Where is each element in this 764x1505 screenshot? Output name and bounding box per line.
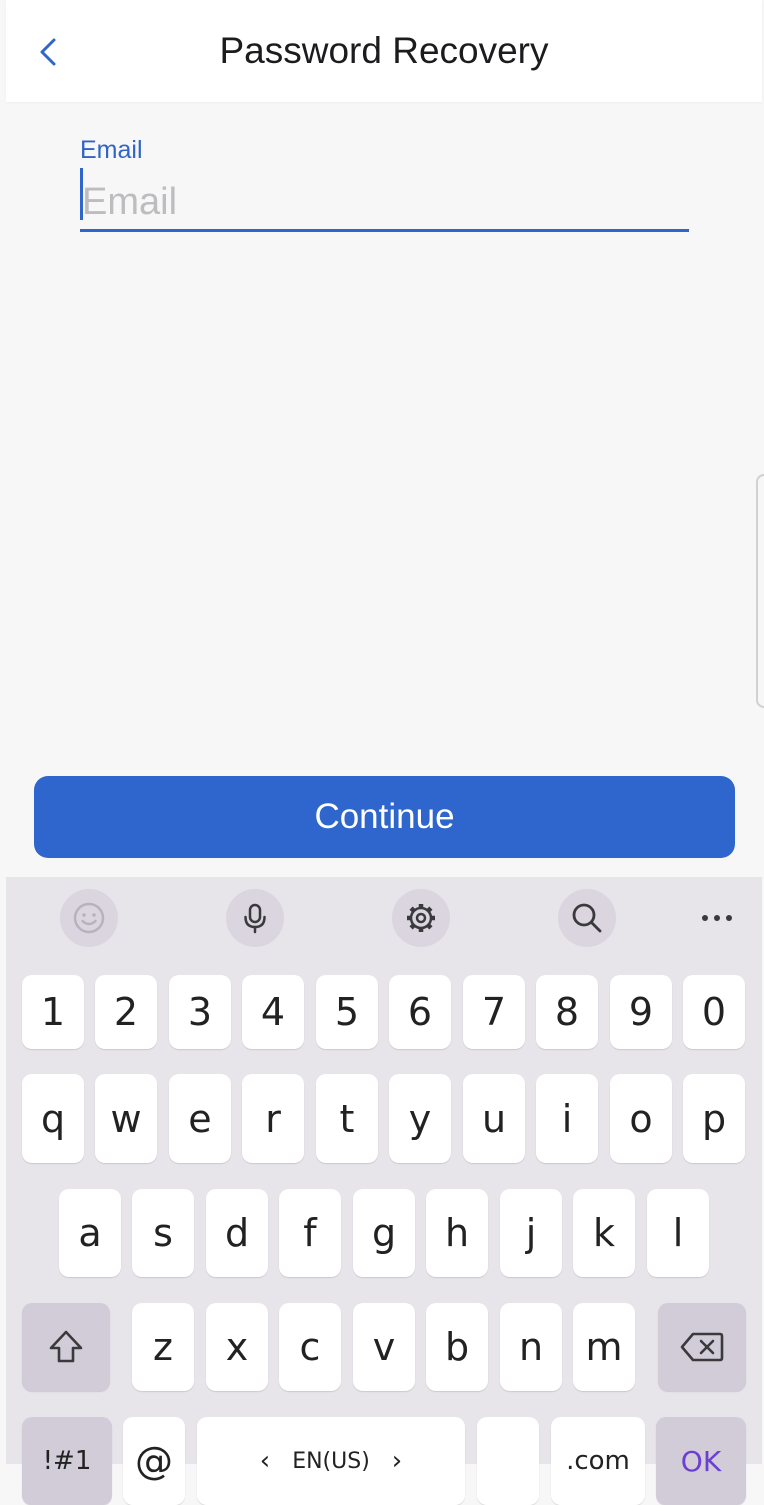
language-label: EN(US) (292, 1448, 370, 1474)
key-5[interactable]: 5 (316, 975, 378, 1049)
gear-icon (407, 904, 435, 932)
email-input[interactable] (80, 174, 691, 230)
ok-key[interactable]: OK (656, 1417, 746, 1505)
key-a[interactable]: a (59, 1189, 121, 1277)
continue-button[interactable]: Continue (34, 776, 735, 858)
key-u[interactable]: u (463, 1074, 525, 1163)
keyboard-settings-button[interactable] (392, 889, 450, 947)
key-n[interactable]: n (500, 1303, 562, 1391)
app-header: Password Recovery (6, 0, 762, 102)
key-z[interactable]: z (132, 1303, 194, 1391)
key-m[interactable]: m (573, 1303, 635, 1391)
emoji-button[interactable] (60, 889, 118, 947)
key-j[interactable]: j (500, 1189, 562, 1277)
key-8[interactable]: 8 (536, 975, 598, 1049)
key-period[interactable] (477, 1417, 539, 1505)
more-icon (702, 915, 732, 921)
language-prev-icon: ‹ (259, 1446, 271, 1476)
language-next-icon: › (391, 1446, 403, 1476)
page-title: Password Recovery (219, 30, 549, 71)
key-r[interactable]: r (242, 1074, 304, 1163)
key-t[interactable]: t (316, 1074, 378, 1163)
soft-keyboard: 1 2 3 4 5 6 7 8 9 0 q w e r t y u i o p … (6, 877, 762, 1505)
key-y[interactable]: y (389, 1074, 451, 1163)
key-h[interactable]: h (426, 1189, 488, 1277)
key-7[interactable]: 7 (463, 975, 525, 1049)
voice-input-button[interactable] (226, 889, 284, 947)
key-9[interactable]: 9 (610, 975, 672, 1049)
key-d[interactable]: d (206, 1189, 268, 1277)
key-k[interactable]: k (573, 1189, 635, 1277)
key-0[interactable]: 0 (683, 975, 745, 1049)
backspace-key[interactable] (658, 1303, 746, 1391)
key-i[interactable]: i (536, 1074, 598, 1163)
key-p[interactable]: p (683, 1074, 745, 1163)
key-x[interactable]: x (206, 1303, 268, 1391)
key-c[interactable]: c (279, 1303, 341, 1391)
email-field-group: Email (80, 134, 691, 234)
key-v[interactable]: v (353, 1303, 415, 1391)
key-g[interactable]: g (353, 1189, 415, 1277)
key-2[interactable]: 2 (95, 975, 157, 1049)
key-6[interactable]: 6 (389, 975, 451, 1049)
edge-scroll-handle[interactable] (756, 474, 764, 708)
search-button[interactable] (558, 889, 616, 947)
key-l[interactable]: l (647, 1189, 709, 1277)
key-s[interactable]: s (132, 1189, 194, 1277)
text-cursor (80, 168, 83, 220)
key-3[interactable]: 3 (169, 975, 231, 1049)
symbols-key[interactable]: !#1 (22, 1417, 112, 1505)
dotcom-key[interactable]: .com (551, 1417, 645, 1505)
key-w[interactable]: w (95, 1074, 157, 1163)
key-4[interactable]: 4 (242, 975, 304, 1049)
more-options-button[interactable] (688, 889, 746, 947)
key-e[interactable]: e (169, 1074, 231, 1163)
search-icon (572, 903, 602, 933)
email-label: Email (80, 136, 143, 164)
shift-key[interactable] (22, 1303, 110, 1391)
backspace-icon (680, 1332, 724, 1362)
space-key[interactable]: ‹ EN(US) › (197, 1417, 465, 1505)
email-underline (80, 229, 689, 232)
key-1[interactable]: 1 (22, 975, 84, 1049)
shift-arrow-icon (49, 1330, 83, 1363)
key-at[interactable]: @ (123, 1417, 185, 1505)
key-f[interactable]: f (279, 1189, 341, 1277)
emoji-icon (73, 902, 105, 934)
key-q[interactable]: q (22, 1074, 84, 1163)
microphone-icon (244, 903, 266, 934)
key-b[interactable]: b (426, 1303, 488, 1391)
key-o[interactable]: o (610, 1074, 672, 1163)
